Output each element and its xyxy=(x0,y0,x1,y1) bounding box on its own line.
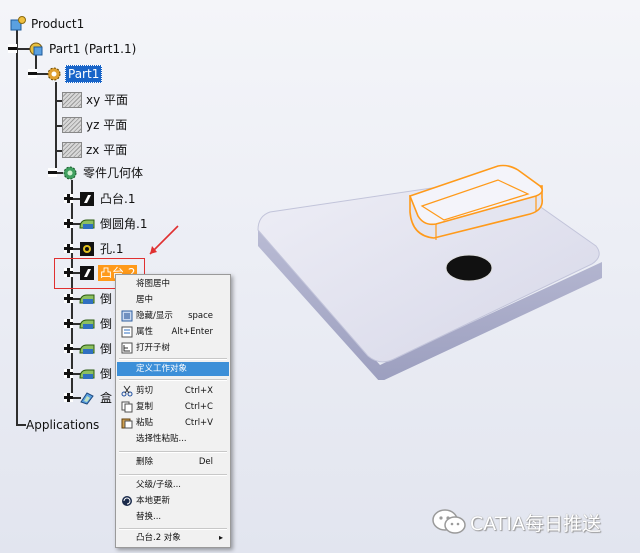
menu-separator xyxy=(119,474,227,476)
menu-item-paste-special[interactable]: 选择性粘贴... xyxy=(117,432,229,446)
context-menu: 将图居中 居中 隐藏/显示 space 属性 Alt+Enter 打开子树 定义… xyxy=(115,274,231,548)
menu-separator xyxy=(119,451,227,453)
menu-item-paste[interactable]: 粘贴 Ctrl+V xyxy=(117,416,229,430)
menu-separator xyxy=(119,358,227,360)
scissors-icon xyxy=(121,385,133,397)
copy-icon xyxy=(121,401,133,413)
menu-item-delete[interactable]: 删除 Del xyxy=(117,455,229,469)
watermark-text: CATIA每日推送 xyxy=(470,512,601,535)
menu-item-copy[interactable]: 复制 Ctrl+C xyxy=(117,400,229,414)
submenu-arrow-icon: ▸ xyxy=(218,533,223,542)
update-icon xyxy=(121,495,133,507)
menu-item-open-subtree[interactable]: 打开子树 xyxy=(117,341,229,355)
menu-item-replace[interactable]: 替换... xyxy=(117,510,229,524)
properties-icon xyxy=(121,326,133,338)
menu-item-reframe[interactable]: 将图居中 xyxy=(117,277,229,291)
menu-item-object-submenu[interactable]: 凸台.2 对象 ▸ xyxy=(117,531,229,545)
watermark: CATIA每日推送 xyxy=(432,508,601,536)
menu-item-parents-children[interactable]: 父级/子级... xyxy=(117,478,229,492)
paste-icon xyxy=(121,417,133,429)
subtree-icon xyxy=(121,342,133,354)
menu-item-define-work-object[interactable]: 定义工作对象 xyxy=(117,362,229,376)
menu-item-properties[interactable]: 属性 Alt+Enter xyxy=(117,325,229,339)
menu-item-center[interactable]: 居中 xyxy=(117,293,229,307)
hide-show-icon xyxy=(121,310,133,322)
wechat-icon xyxy=(432,509,466,534)
menu-item-cut[interactable]: 剪切 Ctrl+X xyxy=(117,384,229,398)
menu-item-local-update[interactable]: 本地更新 xyxy=(117,494,229,508)
menu-separator xyxy=(119,379,227,381)
menu-separator xyxy=(119,528,227,530)
annotation-arrows xyxy=(149,225,223,363)
menu-item-hide-show[interactable]: 隐藏/显示 space xyxy=(117,309,229,323)
